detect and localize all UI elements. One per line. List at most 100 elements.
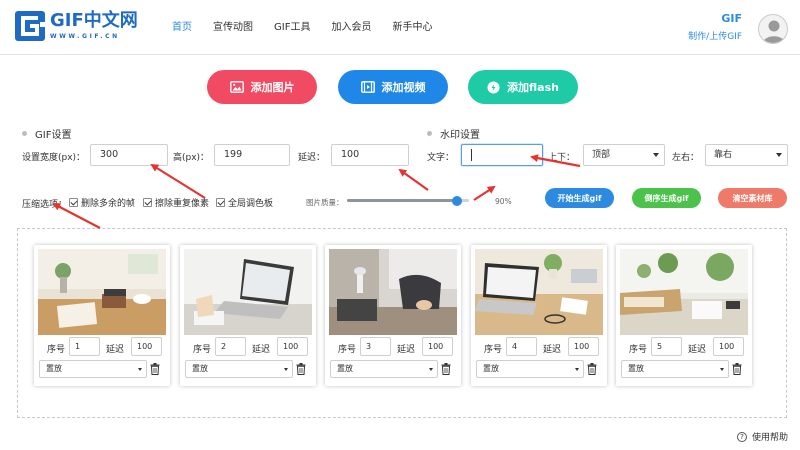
film-icon xyxy=(360,81,375,93)
trash-icon[interactable] xyxy=(732,363,742,375)
main-nav: 首页 宣传动图 GIF工具 加入会员 新手中心 xyxy=(172,0,453,55)
delay-label: 延迟： xyxy=(298,153,326,163)
nav-membership[interactable]: 加入会员 xyxy=(331,0,371,55)
frame-thumbnail xyxy=(620,249,748,335)
nav-gif-tools[interactable]: GIF工具 xyxy=(274,0,310,55)
nav-promo-gif[interactable]: 宣传动图 xyxy=(213,0,253,55)
chevron-down-icon xyxy=(284,368,288,371)
frame-seq-input[interactable]: 1 xyxy=(69,337,100,356)
image-icon xyxy=(229,81,244,93)
frame-delay-label: 延迟 xyxy=(397,345,416,355)
watermark-settings-title: 水印设置 xyxy=(427,126,480,141)
checkbox-remove-extra-frames[interactable]: 删除多余的帧 xyxy=(69,196,135,209)
checkbox-checked-icon xyxy=(69,198,78,207)
delay-input[interactable]: 100 xyxy=(331,144,409,166)
upload-gif-link[interactable]: 制作/上传GIF xyxy=(688,29,742,42)
frame-delay-input[interactable]: 100 xyxy=(568,337,599,356)
help-label: 使用帮助 xyxy=(751,433,788,443)
trash-icon[interactable] xyxy=(296,363,306,375)
help-link[interactable]: ? 使用帮助 xyxy=(736,430,788,443)
frame-delay-label: 延迟 xyxy=(106,345,125,355)
top-header: GIF中文网 WWW.GIF.CN 首页 宣传动图 GIF工具 加入会员 新手中… xyxy=(0,0,800,55)
quality-slider[interactable] xyxy=(347,195,469,206)
height-label: 高(px)： xyxy=(173,153,210,163)
frame-card-4: 序号 4 延迟 100 置放 xyxy=(471,245,607,386)
frame-position-select[interactable]: 置放 xyxy=(330,360,438,378)
add-video-button[interactable]: 添加视频 xyxy=(338,70,448,104)
frame-delay-input[interactable]: 100 xyxy=(277,337,308,356)
horizontal-position-select[interactable]: 靠右 xyxy=(705,144,788,166)
frame-thumbnail xyxy=(38,249,166,335)
frame-thumbnail xyxy=(184,249,312,335)
add-video-label: 添加视频 xyxy=(381,81,426,94)
user-gif-label[interactable]: GIF xyxy=(688,12,742,26)
frame-thumbnail xyxy=(329,249,457,335)
height-input[interactable]: 199 xyxy=(214,144,290,166)
avatar-icon[interactable] xyxy=(758,14,788,44)
site-logo[interactable]: GIF中文网 WWW.GIF.CN xyxy=(14,10,138,44)
frame-seq-label: 序号 xyxy=(338,345,357,355)
frame-position-select[interactable]: 置放 xyxy=(621,360,729,378)
width-input[interactable]: 300 xyxy=(90,144,168,166)
checkbox-label: 擦除重复像素 xyxy=(155,199,210,209)
quality-label: 图片质量： xyxy=(306,198,344,207)
watermark-title-text: 水印设置 xyxy=(440,130,480,141)
bullet-dot xyxy=(427,131,432,136)
frame-delay-input[interactable]: 100 xyxy=(422,337,453,356)
chevron-down-icon xyxy=(653,153,659,157)
horizontal-position-value: 靠右 xyxy=(714,150,733,160)
frame-card-1: 序号 1 延迟 100 置放 xyxy=(34,245,170,386)
compress-label: 压缩选项： xyxy=(22,200,68,210)
generate-gif-button[interactable]: 开始生成gif xyxy=(545,188,614,208)
frame-position-value: 置放 xyxy=(192,364,208,373)
frame-position-value: 置放 xyxy=(628,364,644,373)
frame-delay-input[interactable]: 100 xyxy=(131,337,162,356)
frame-position-select[interactable]: 置放 xyxy=(185,360,293,378)
logo-title: GIF中文网 xyxy=(50,10,138,31)
add-image-label: 添加图片 xyxy=(250,81,295,94)
frame-seq-input[interactable]: 3 xyxy=(360,337,391,356)
checkbox-checked-icon xyxy=(143,198,152,207)
frame-seq-label: 序号 xyxy=(629,345,648,355)
checkbox-global-palette[interactable]: 全局调色板 xyxy=(216,196,273,209)
frame-delay-input[interactable]: 100 xyxy=(713,337,744,356)
reverse-generate-gif-button[interactable]: 倒序生成gif xyxy=(632,188,701,208)
vertical-position-value: 顶部 xyxy=(592,150,611,160)
frame-delay-label: 延迟 xyxy=(252,345,271,355)
frame-card-3: 序号 3 延迟 100 置放 xyxy=(325,245,461,386)
clear-library-button[interactable]: 清空素材库 xyxy=(718,188,787,208)
nav-beginner-center[interactable]: 新手中心 xyxy=(392,0,432,55)
frame-position-value: 置放 xyxy=(483,364,499,373)
frame-card-2: 序号 2 延迟 100 置放 xyxy=(180,245,316,386)
add-image-button[interactable]: 添加图片 xyxy=(207,70,317,104)
frame-thumbnail xyxy=(475,249,603,335)
quality-value: 90% xyxy=(495,197,512,206)
trash-icon[interactable] xyxy=(150,363,160,375)
frame-position-value: 置放 xyxy=(337,364,353,373)
add-flash-label: 添加flash xyxy=(507,81,559,94)
frame-seq-label: 序号 xyxy=(193,345,212,355)
user-area: GIF 制作/上传GIF xyxy=(688,12,742,42)
frame-seq-label: 序号 xyxy=(47,345,66,355)
checkbox-erase-duplicate-pixels[interactable]: 擦除重复像素 xyxy=(143,196,209,209)
frame-delay-label: 延迟 xyxy=(543,345,562,355)
frame-position-select[interactable]: 置放 xyxy=(39,360,147,378)
nav-home[interactable]: 首页 xyxy=(172,0,192,55)
add-flash-button[interactable]: 添加flash xyxy=(468,70,578,104)
trash-icon[interactable] xyxy=(587,363,597,375)
checkbox-label: 删除多余的帧 xyxy=(81,199,136,209)
frame-seq-input[interactable]: 4 xyxy=(506,337,537,356)
watermark-text-label: 文字： xyxy=(427,153,455,163)
chevron-down-icon xyxy=(720,368,724,371)
frame-seq-input[interactable]: 5 xyxy=(651,337,682,356)
quality-slider-handle[interactable] xyxy=(451,195,462,206)
trash-icon[interactable] xyxy=(441,363,451,375)
frame-position-select[interactable]: 置放 xyxy=(476,360,584,378)
horizontal-position-label: 左右： xyxy=(672,153,700,163)
watermark-text-input[interactable] xyxy=(461,144,543,166)
gif-settings-title-text: GIF设置 xyxy=(35,130,72,141)
frame-seq-input[interactable]: 2 xyxy=(215,337,246,356)
vertical-position-select[interactable]: 顶部 xyxy=(583,144,665,166)
help-icon: ? xyxy=(736,431,747,442)
logo-subtitle: WWW.GIF.CN xyxy=(50,33,120,40)
